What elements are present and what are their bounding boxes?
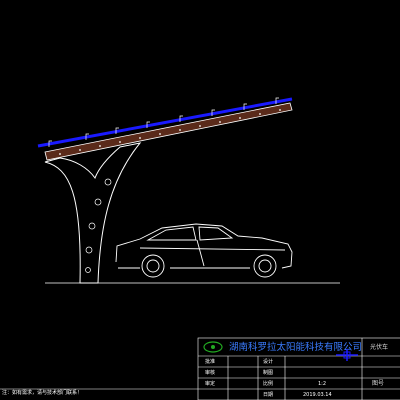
car-outline — [115, 223, 293, 278]
support-column — [44, 142, 142, 284]
cad-viewport[interactable]: 湖南科罗拉太阳能科技有限公司 光伏车 图号 批准 审核 审定 设计 制图 比例 … — [0, 0, 400, 400]
company-logo-icon — [203, 341, 223, 353]
title-block-frame — [0, 337, 400, 400]
cad-drawing — [0, 97, 400, 400]
roof-beam — [44, 102, 293, 161]
column-holes — [85, 178, 112, 273]
solar-panel-strip — [37, 97, 293, 148]
